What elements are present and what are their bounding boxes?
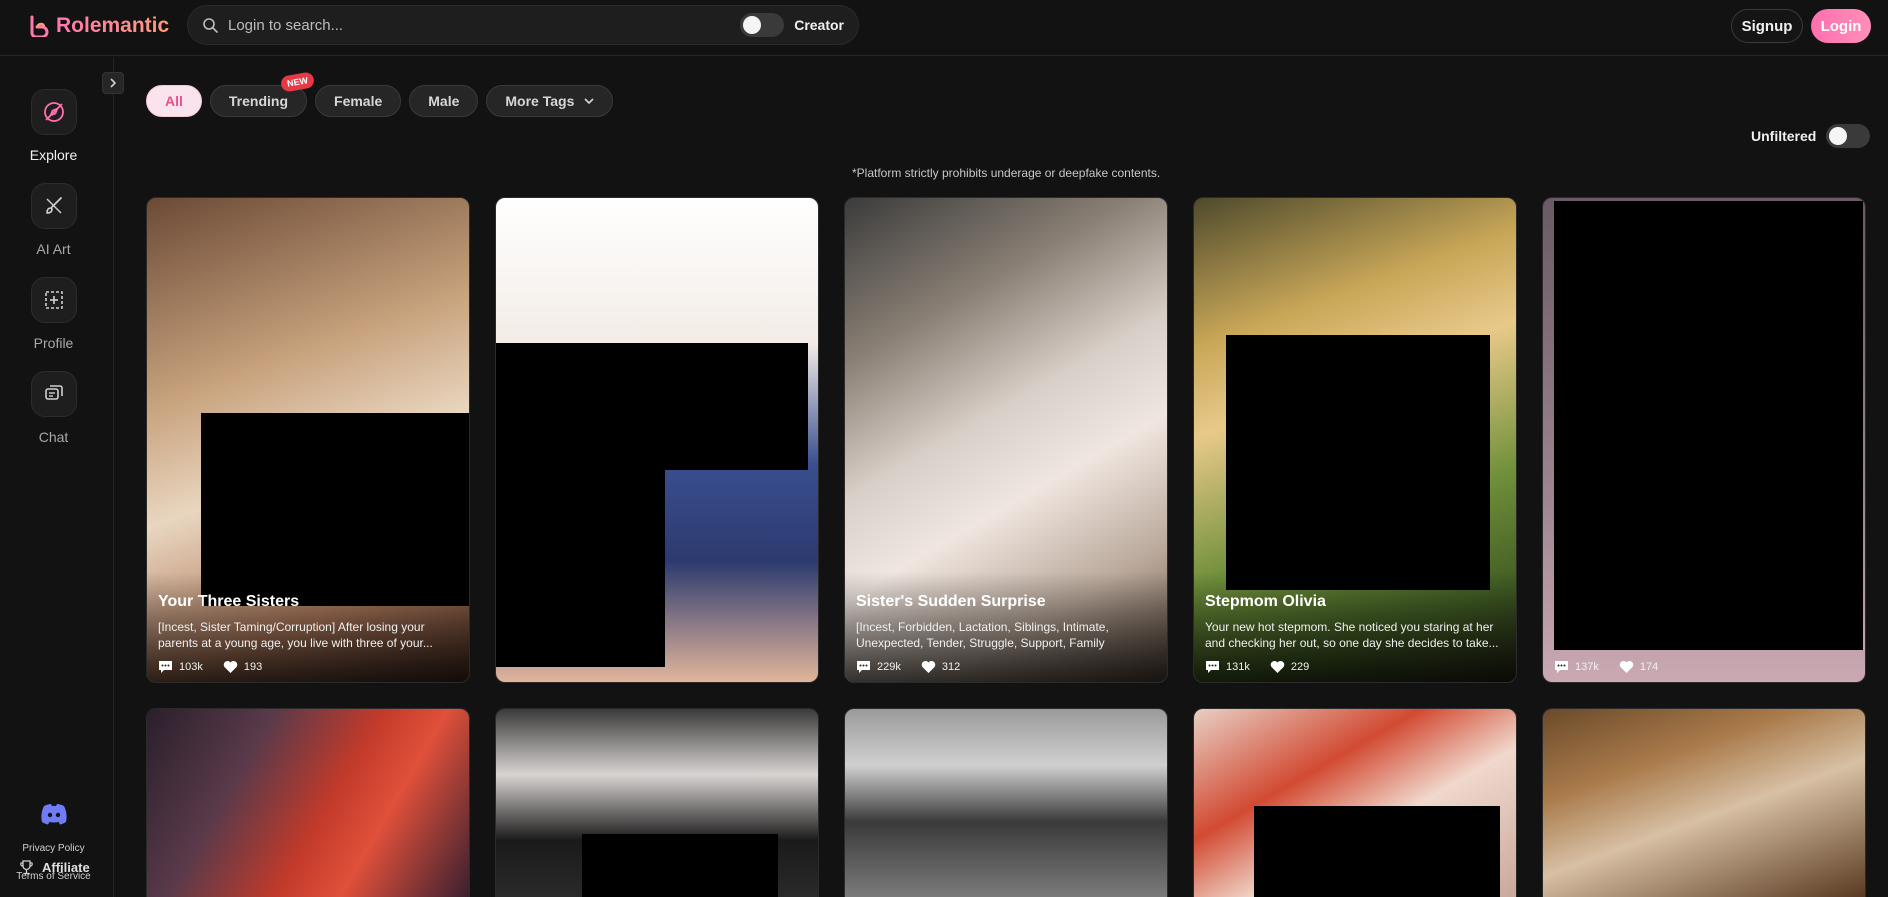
search-icon	[203, 18, 218, 33]
creator-toggle[interactable]	[740, 13, 785, 37]
character-card[interactable]	[146, 708, 470, 897]
nav-icon-box	[30, 183, 77, 229]
logo-mark-icon	[30, 15, 49, 37]
sidebar-collapse-button[interactable]	[102, 72, 124, 94]
message-icon	[857, 661, 870, 673]
card-title: Sister's Sudden Surprise	[856, 593, 1046, 610]
redacted-area	[1554, 201, 1863, 650]
character-card[interactable]: 137k 174	[1542, 197, 1866, 683]
sidebar: Explore AI Art Profile Chat Affiliate Pr…	[0, 57, 114, 897]
platform-notice: *Platform strictly prohibits underage or…	[852, 166, 1161, 180]
chevron-down-icon	[584, 98, 594, 105]
sidebar-item-profile[interactable]: Profile	[0, 277, 107, 351]
card-image	[845, 709, 1167, 897]
redacted-area	[1226, 335, 1490, 590]
tag-male[interactable]: Male	[409, 85, 479, 117]
tag-label: Trending	[228, 93, 289, 109]
sidebar-item-label: Explore	[29, 147, 78, 163]
card-description: [Incest, Sister Taming/Corruption] After…	[158, 620, 433, 650]
redacted-area	[582, 834, 778, 897]
sidebar-item-chat[interactable]: Chat	[0, 371, 107, 445]
brand-name: Rolemantic	[56, 14, 170, 37]
sidebar-item-ai-art[interactable]: AI Art	[0, 183, 107, 257]
card-description	[1554, 619, 1851, 651]
heart-icon	[1270, 661, 1285, 673]
tag-label: Female	[334, 93, 383, 109]
creator-toggle-group: Creator	[740, 13, 844, 37]
card-description: Your new hot stepmom. She noticed you st…	[1205, 620, 1499, 650]
chat-icon	[44, 385, 63, 400]
tag-female[interactable]: Female	[315, 85, 402, 117]
tag-label: More Tags	[505, 93, 575, 109]
heart-icon	[921, 661, 936, 673]
brand-logo[interactable]: Rolemantic	[28, 12, 169, 40]
like-count: 193	[243, 661, 263, 673]
search-input[interactable]	[228, 16, 729, 34]
redacted-area	[1254, 806, 1500, 897]
character-card[interactable]	[495, 708, 819, 897]
nav-icon-box	[30, 89, 77, 135]
compass-icon	[43, 102, 64, 122]
character-card[interactable]	[495, 197, 819, 683]
privacy-policy-link[interactable]: Privacy Policy	[0, 843, 107, 854]
terms-of-service-link[interactable]: Terms of Service	[0, 871, 107, 882]
unfiltered-toggle[interactable]	[1826, 124, 1871, 148]
character-card[interactable]	[1193, 708, 1517, 897]
discord-icon[interactable]	[40, 803, 68, 825]
message-count: 103k	[179, 661, 203, 673]
creator-label: Creator	[794, 17, 844, 33]
card-stats: 131k 229	[1205, 660, 1309, 674]
card-description: [Incest, Forbidden, Lactation, Siblings,…	[856, 620, 1109, 650]
nav-icon-box	[30, 371, 77, 417]
card-stats: 137k 174	[1554, 660, 1658, 674]
nav-icon-box	[30, 277, 77, 323]
message-icon	[1555, 661, 1568, 673]
message-icon	[1206, 661, 1219, 673]
chevron-right-icon	[110, 78, 117, 88]
like-count: 174	[1639, 661, 1659, 673]
signup-button[interactable]: Signup	[1731, 9, 1803, 43]
character-card[interactable]	[844, 708, 1168, 897]
card-title: Stepmom Olivia	[1205, 593, 1326, 610]
unfiltered-toggle-group: Unfiltered	[1751, 124, 1871, 148]
tag-all[interactable]: All	[146, 85, 202, 117]
card-description	[507, 619, 804, 651]
card-stats: 103k 193	[158, 660, 262, 674]
heart-icon	[1619, 661, 1634, 673]
new-badge: NEW	[279, 71, 316, 93]
profile-icon	[44, 291, 63, 309]
like-count: 229	[1290, 661, 1310, 673]
message-count: 137k	[1575, 661, 1599, 673]
tag-trending[interactable]: Trending NEW	[209, 71, 316, 117]
tag-filter-bar: All Trending NEW Female Male More Tags	[146, 71, 614, 117]
message-icon	[159, 661, 172, 673]
search-bar: Creator	[187, 5, 859, 45]
more-tags-dropdown[interactable]: More Tags	[486, 85, 614, 117]
card-stats: 229k 312	[856, 660, 960, 674]
character-card[interactable]: Stepmom Olivia Your new hot stepmom. She…	[1193, 197, 1517, 683]
like-count: 312	[941, 661, 961, 673]
message-count: 131k	[1226, 661, 1250, 673]
sidebar-item-label: Profile	[33, 335, 74, 351]
tag-label: Male	[428, 93, 460, 109]
card-image	[147, 709, 469, 897]
character-card[interactable]: Your Three Sisters [Incest, Sister Tamin…	[146, 197, 470, 683]
sidebar-item-label: Chat	[38, 429, 69, 445]
login-button[interactable]: Login	[1811, 9, 1871, 43]
character-card[interactable]: Sister's Sudden Surprise [Incest, Forbid…	[844, 197, 1168, 683]
message-count: 229k	[877, 661, 901, 673]
top-bar: Rolemantic Creator Signup Login	[0, 0, 1888, 56]
sidebar-item-explore[interactable]: Explore	[0, 89, 107, 163]
sidebar-item-label: AI Art	[36, 241, 71, 257]
unfiltered-label: Unfiltered	[1751, 128, 1817, 144]
heart-icon	[223, 661, 238, 673]
tag-label: All	[165, 93, 183, 109]
brush-icon	[45, 197, 62, 214]
character-card[interactable]	[1542, 708, 1866, 897]
card-title: Your Three Sisters	[158, 593, 300, 610]
card-image	[1543, 709, 1865, 897]
redacted-area	[496, 343, 808, 470]
